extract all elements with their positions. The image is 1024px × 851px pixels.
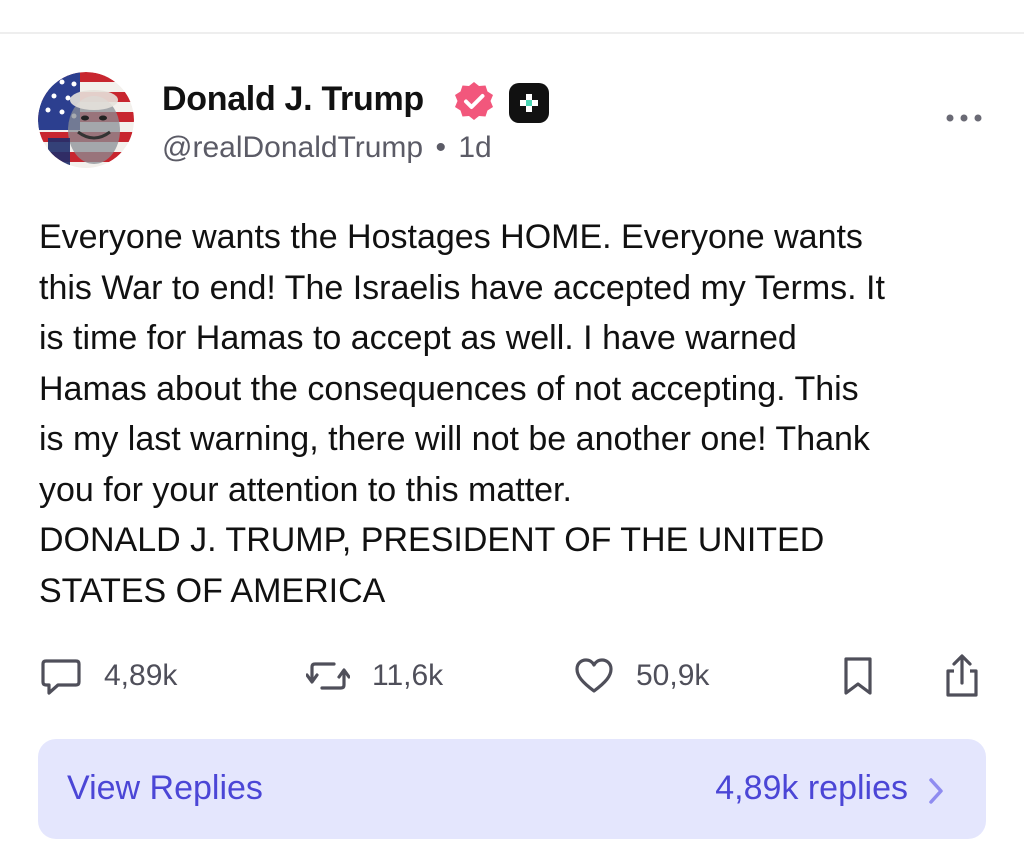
post-body: Everyone wants the Hostages HOME. Everyo… — [39, 212, 999, 616]
author-handle[interactable]: @realDonaldTrump — [162, 131, 423, 164]
comment-icon — [41, 659, 81, 695]
share-icon — [946, 654, 978, 697]
reply-button[interactable]: 4,89k — [40, 652, 177, 700]
avatar-image — [38, 72, 134, 168]
share-button[interactable] — [942, 652, 982, 700]
repost-count: 11,6k — [372, 659, 444, 692]
bookmark-icon — [844, 657, 872, 695]
post-body-line: this War to end! The Israelis have accep… — [39, 268, 885, 307]
post-body-line: is time for Hamas to accept as well. I h… — [39, 319, 797, 357]
reply-count: 4,89k — [104, 659, 178, 692]
handle-line: @realDonaldTrump • 1d — [162, 131, 492, 165]
more-icon[interactable] — [944, 110, 984, 126]
chevron-right-icon — [929, 778, 943, 804]
view-replies-label[interactable]: View Replies — [67, 769, 263, 808]
repost-icon — [306, 662, 350, 690]
replies-count-label: 4,89k replies — [715, 769, 908, 807]
post-body-line: Everyone wants the Hostages HOME. Everyo… — [39, 218, 863, 256]
bookmark-button[interactable] — [842, 652, 874, 700]
like-button[interactable]: 50,9k — [574, 652, 709, 700]
plus-badge-icon — [509, 83, 549, 123]
avatar[interactable] — [38, 72, 134, 168]
repost-button[interactable]: 11,6k — [306, 652, 443, 700]
verified-badge-icon — [455, 82, 493, 120]
post-card: Donald J. Trump @realDonaldTrump • 1d Ev… — [0, 0, 1024, 851]
post-body-line: you for your attention to this matter. — [39, 470, 572, 509]
post-body-line: DONALD J. TRUMP, PRESIDENT OF THE UNITED — [39, 521, 825, 559]
post-body-line: is my last warning, there will not be an… — [39, 420, 870, 458]
author-name[interactable]: Donald J. Trump — [162, 80, 424, 119]
heart-icon — [575, 658, 613, 693]
post-time: 1d — [458, 131, 492, 164]
post-body-line: STATES OF AMERICA — [39, 571, 386, 610]
view-replies-bar[interactable]: View Replies 4,89k replies — [38, 739, 986, 839]
post-body-line: Hamas about the consequences of not acce… — [39, 369, 859, 408]
like-count: 50,9k — [636, 659, 710, 692]
separator-dot: • — [435, 131, 446, 164]
